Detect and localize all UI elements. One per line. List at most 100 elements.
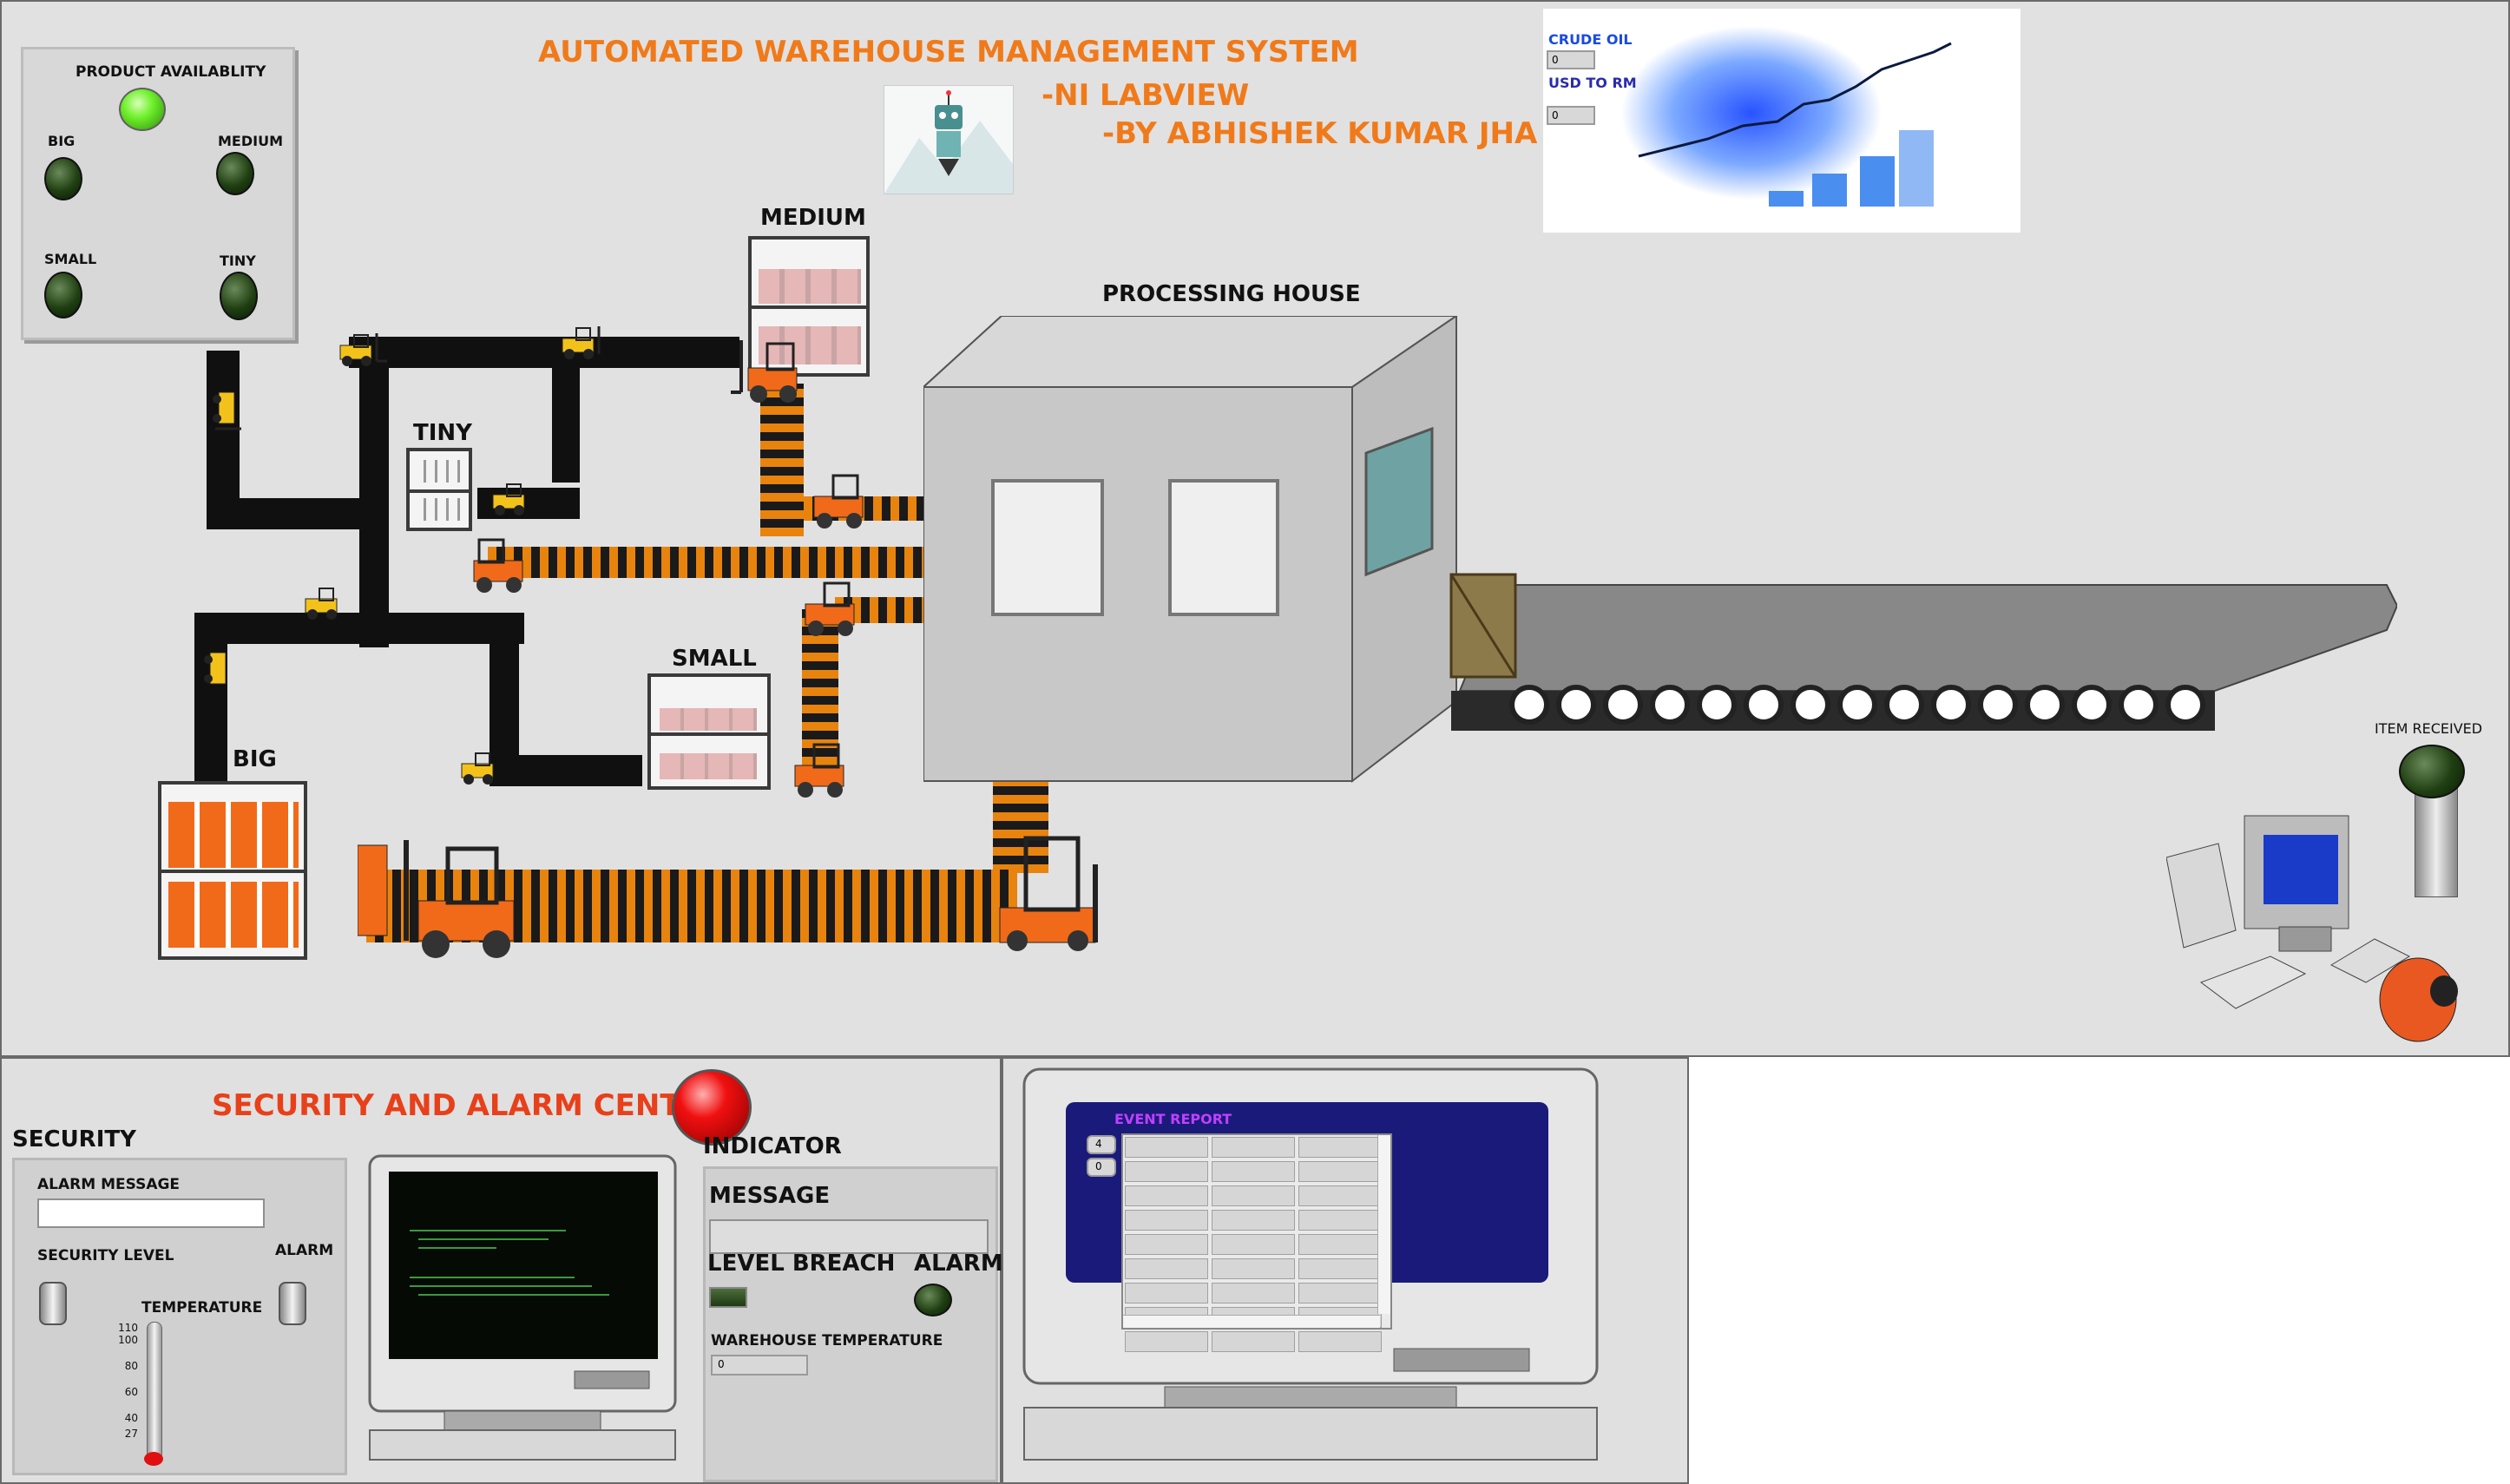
- event-table-cell[interactable]: [1125, 1258, 1208, 1279]
- temp-tick: 80: [124, 1360, 138, 1372]
- level-breach-led: [709, 1287, 747, 1308]
- tiny-led: [220, 272, 258, 320]
- big-shelf: [158, 781, 307, 960]
- robot-logo-icon: [884, 85, 1014, 194]
- temp-tick: 100: [118, 1334, 138, 1346]
- event-table-cell[interactable]: [1125, 1185, 1208, 1206]
- alarm-indicator-label: ALARM: [914, 1251, 1003, 1277]
- track-tiny-vertical: [552, 352, 580, 483]
- tiny-shelf-label: TINY: [413, 420, 472, 446]
- tiny-label: TINY: [220, 253, 256, 269]
- event-table-cell[interactable]: [1125, 1283, 1208, 1303]
- event-table-cell[interactable]: [1125, 1210, 1208, 1231]
- track-top: [349, 337, 739, 368]
- alarm-toggle[interactable]: [279, 1282, 306, 1325]
- usd-rm-value: 0: [1547, 106, 1595, 125]
- small-label: SMALL: [44, 251, 97, 267]
- forklift-orange-small-icon: [794, 743, 844, 798]
- level-breach-label: LEVEL BREACH: [707, 1251, 896, 1277]
- belt-medium-down: [760, 384, 804, 536]
- event-table-cell[interactable]: [1298, 1210, 1382, 1231]
- subtitle-labview: -NI LABVIEW: [1041, 78, 1250, 113]
- item-received-label: ITEM RECEIVED: [2375, 720, 2483, 737]
- event-table-cell[interactable]: [1125, 1137, 1208, 1158]
- forklift-orange-4-icon: [805, 581, 855, 636]
- event-table-cell[interactable]: [1298, 1137, 1382, 1158]
- track-small-feed: [490, 755, 642, 786]
- alarm-message-label: ALARM MESSAGE: [37, 1176, 181, 1193]
- event-table-cell[interactable]: [1125, 1234, 1208, 1255]
- temp-tick: 40: [124, 1412, 138, 1424]
- medium-shelf-label: MEDIUM: [760, 205, 866, 231]
- message-label: MESSAGE: [709, 1183, 831, 1209]
- indicator-subpanel: MESSAGE LEVEL BREACH ALARM WAREHOUSE TEM…: [703, 1166, 1003, 1482]
- security-alarm-title: SECURITY AND ALARM CENTER: [212, 1088, 723, 1123]
- track-big-vertical: [194, 613, 227, 786]
- temp-tick: 60: [124, 1386, 138, 1398]
- output-conveyor-icon: [1449, 573, 2397, 731]
- security-monitor-icon: [368, 1154, 677, 1461]
- event-col-index[interactable]: 0: [1087, 1158, 1116, 1177]
- event-row-index[interactable]: 4: [1087, 1135, 1116, 1154]
- event-table-cell[interactable]: [1125, 1161, 1208, 1182]
- crude-oil-value: 0: [1547, 50, 1595, 69]
- medium-led: [216, 152, 254, 195]
- item-received-led: [2399, 745, 2465, 798]
- usd-rm-label: USD TO RM: [1548, 75, 1637, 91]
- app-title: AUTOMATED WAREHOUSE MANAGEMENT SYSTEM: [538, 35, 1359, 69]
- alarm-message-field[interactable]: [37, 1198, 265, 1228]
- event-table-cell[interactable]: [1212, 1234, 1295, 1255]
- event-table-cell[interactable]: [1212, 1331, 1295, 1352]
- event-table: [1121, 1133, 1392, 1352]
- event-table-cell[interactable]: [1212, 1258, 1295, 1279]
- forklift-orange-2-icon: [813, 474, 864, 529]
- alarm-indicator-led: [914, 1284, 952, 1317]
- security-alarm-panel: SECURITY AND ALARM CENTER SECURITY ALARM…: [0, 1057, 1003, 1484]
- event-table-cell[interactable]: [1298, 1331, 1382, 1352]
- track-mid-horizontal: [194, 613, 524, 644]
- event-table-hscroll[interactable]: [1123, 1315, 1380, 1328]
- message-field: [709, 1219, 989, 1254]
- product-availability-panel: PRODUCT AVAILABLITY BIG MEDIUM SMALL TIN…: [21, 47, 295, 340]
- event-table-cell[interactable]: [1212, 1161, 1295, 1182]
- big-label: BIG: [48, 133, 76, 149]
- temp-tick: 110: [118, 1322, 138, 1334]
- big-led: [44, 157, 82, 200]
- security-subpanel: ALARM MESSAGE SECURITY LEVEL ALARM TEMPE…: [12, 1158, 347, 1475]
- small-led: [44, 272, 82, 318]
- security-level-toggle[interactable]: [39, 1282, 67, 1325]
- availability-led: [119, 88, 166, 131]
- forklift-yellow-2-icon: [562, 326, 601, 359]
- medium-label: MEDIUM: [218, 133, 283, 149]
- temperature-label: TEMPERATURE: [141, 1299, 263, 1317]
- warehouse-panel: AUTOMATED WAREHOUSE MANAGEMENT SYSTEM -N…: [0, 0, 2510, 1057]
- operator-computer-icon: [2166, 815, 2458, 1042]
- track-spine: [359, 352, 389, 647]
- stock-graph-icon: [1621, 26, 1952, 207]
- event-table-cell[interactable]: [1212, 1137, 1295, 1158]
- event-table-cell[interactable]: [1212, 1283, 1295, 1303]
- empty-right-area: [1689, 1057, 2510, 1484]
- event-table-cell[interactable]: [1298, 1258, 1382, 1279]
- event-table-cell[interactable]: [1298, 1234, 1382, 1255]
- small-shelf: [647, 673, 771, 790]
- event-table-cell[interactable]: [1212, 1210, 1295, 1231]
- event-table-cell[interactable]: [1298, 1161, 1382, 1182]
- thermometer: [143, 1322, 166, 1469]
- event-table-cell[interactable]: [1125, 1331, 1208, 1352]
- thermometer-bulb: [144, 1452, 163, 1466]
- forklift-orange-house-icon: [999, 836, 1098, 951]
- forklift-yellow-7-icon: [461, 752, 494, 785]
- forklift-yellow-5-icon: [305, 588, 338, 620]
- warehouse-temp-label: WAREHOUSE TEMPERATURE: [711, 1332, 943, 1349]
- crude-oil-label: CRUDE OIL: [1548, 31, 1633, 48]
- product-availability-title: PRODUCT AVAILABLITY: [76, 63, 266, 81]
- security-level-label: SECURITY LEVEL: [37, 1247, 174, 1264]
- event-table-vscroll[interactable]: [1377, 1135, 1390, 1314]
- event-table-cell[interactable]: [1212, 1185, 1295, 1206]
- market-widget: CRUDE OIL 0 USD TO RM 0: [1543, 9, 2020, 233]
- event-table-cell[interactable]: [1298, 1283, 1382, 1303]
- event-report-title: EVENT REPORT: [1114, 1111, 1232, 1127]
- forklift-yellow-6-icon: [204, 652, 227, 685]
- event-table-cell[interactable]: [1298, 1185, 1382, 1206]
